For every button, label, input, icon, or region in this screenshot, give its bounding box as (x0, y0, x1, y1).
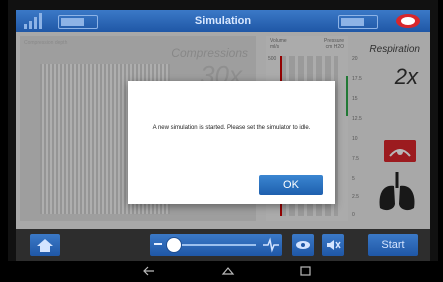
recent-apps-icon[interactable] (298, 265, 312, 277)
ok-button[interactable]: OK (259, 175, 323, 195)
mute-button[interactable] (322, 234, 344, 256)
dialog-message: A new simulation is started. Please set … (152, 125, 311, 131)
battery-icon (338, 15, 378, 29)
speed-slider[interactable] (150, 234, 274, 256)
pulse-button[interactable] (260, 234, 282, 256)
android-nav-bar (0, 261, 443, 282)
view-button[interactable] (292, 234, 314, 256)
slider-handle[interactable] (166, 237, 182, 253)
pulse-icon (263, 237, 279, 253)
start-button[interactable]: Start (368, 234, 418, 256)
top-bar: Simulation (16, 10, 430, 32)
minus-icon (154, 243, 162, 245)
home-icon (37, 239, 53, 252)
back-icon[interactable] (142, 265, 156, 277)
alert-dialog: A new simulation is started. Please set … (128, 81, 335, 204)
control-bar: Start (16, 229, 430, 261)
eye-icon (296, 241, 310, 249)
brand-logo-icon (396, 14, 420, 28)
mute-icon (327, 240, 341, 250)
home-button[interactable] (30, 234, 60, 256)
home-nav-icon[interactable] (221, 265, 235, 277)
